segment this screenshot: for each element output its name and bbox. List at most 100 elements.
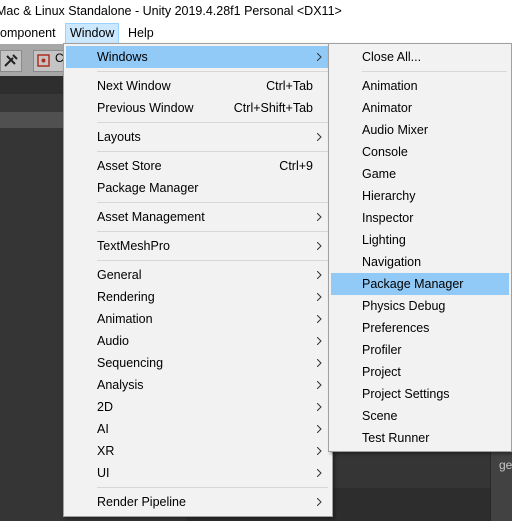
menu-item-label: 2D [97, 400, 113, 414]
menu-item-label: Next Window [97, 79, 171, 93]
menu-item-asset-management[interactable]: Asset Management [66, 206, 330, 228]
menu-item-label: Package Manager [362, 277, 464, 291]
menu-item-analysis[interactable]: Analysis [66, 374, 330, 396]
menu-item-label: Game [362, 167, 397, 181]
submenu-item-preferences[interactable]: Preferences [331, 317, 509, 339]
menu-item-textmeshpro[interactable]: TextMeshPro [66, 235, 330, 257]
menu-item-label: Profiler [362, 343, 402, 357]
submenu-item-scene[interactable]: Scene [331, 405, 509, 427]
menu-separator [97, 122, 328, 123]
menu-item-asset-store[interactable]: Asset Store Ctrl+9 [66, 155, 330, 177]
menu-item-label: Project Settings [362, 387, 450, 401]
submenu-item-console[interactable]: Console [331, 141, 509, 163]
menu-item-label: Windows [97, 50, 148, 64]
menu-item-general[interactable]: General [66, 264, 330, 286]
submenu-item-project-settings[interactable]: Project Settings [331, 383, 509, 405]
menu-item-label: Render Pipeline [97, 495, 186, 509]
menu-item-label: Sequencing [97, 356, 164, 370]
menu-item-animation[interactable]: Animation [66, 308, 330, 330]
menu-separator [97, 487, 328, 488]
chevron-right-icon [317, 381, 322, 389]
menu-item-label: Layouts [97, 130, 141, 144]
menu-item-shortcut: Ctrl+Shift+Tab [233, 101, 313, 115]
menu-separator [362, 71, 507, 72]
menu-item-label: TextMeshPro [97, 239, 170, 253]
menu-item-label: Previous Window [97, 101, 194, 115]
menu-bar: omponent Window Help [0, 23, 512, 44]
menu-component[interactable]: omponent [0, 23, 60, 44]
menu-item-xr[interactable]: XR [66, 440, 330, 462]
menu-separator [97, 260, 328, 261]
menu-item-label: Analysis [97, 378, 144, 392]
inspector-text: ge [499, 458, 512, 472]
tools-icon [4, 54, 18, 67]
chevron-right-icon [317, 293, 322, 301]
chevron-right-icon [317, 447, 322, 455]
submenu-item-animation[interactable]: Animation [331, 75, 509, 97]
menu-item-label: AI [97, 422, 109, 436]
menu-item-windows[interactable]: Windows [66, 46, 330, 68]
submenu-item-game[interactable]: Game [331, 163, 509, 185]
menu-item-label: Audio Mixer [362, 123, 428, 137]
menu-item-2d[interactable]: 2D [66, 396, 330, 418]
menu-help[interactable]: Help [124, 23, 158, 44]
chevron-right-icon [317, 213, 322, 221]
menu-item-label: Animation [362, 79, 418, 93]
submenu-item-lighting[interactable]: Lighting [331, 229, 509, 251]
chevron-right-icon [317, 403, 322, 411]
chevron-right-icon [317, 469, 322, 477]
menu-item-layouts[interactable]: Layouts [66, 126, 330, 148]
submenu-item-physics-debug[interactable]: Physics Debug [331, 295, 509, 317]
menu-item-label: Project [362, 365, 401, 379]
menu-item-previous-window[interactable]: Previous Window Ctrl+Shift+Tab [66, 97, 330, 119]
menu-item-label: Navigation [362, 255, 422, 269]
menu-window-label: Window [70, 26, 115, 40]
menu-item-label: UI [97, 466, 110, 480]
menu-item-render-pipeline[interactable]: Render Pipeline [66, 491, 330, 513]
menu-item-label: Audio [97, 334, 129, 348]
menu-item-label: XR [97, 444, 115, 458]
menu-item-label: Physics Debug [362, 299, 446, 313]
menu-item-shortcut: Ctrl+Tab [266, 79, 313, 93]
window-menu: Windows Next Window Ctrl+Tab Previous Wi… [63, 43, 333, 517]
menu-item-audio[interactable]: Audio [66, 330, 330, 352]
windows-submenu: Close All... Animation Animator Audio Mi… [328, 43, 512, 452]
menu-component-label: omponent [0, 26, 56, 40]
menu-item-label: Scene [362, 409, 398, 423]
menu-item-label: Asset Management [97, 210, 205, 224]
chevron-right-icon [317, 271, 322, 279]
menu-item-ai[interactable]: AI [66, 418, 330, 440]
submenu-item-audio-mixer[interactable]: Audio Mixer [331, 119, 509, 141]
menu-item-label: Preferences [362, 321, 430, 335]
menu-item-rendering[interactable]: Rendering [66, 286, 330, 308]
submenu-item-close-all[interactable]: Close All... [331, 46, 509, 68]
menu-window[interactable]: Window [65, 23, 119, 44]
menu-item-ui[interactable]: UI [66, 462, 330, 484]
menu-item-next-window[interactable]: Next Window Ctrl+Tab [66, 75, 330, 97]
rect-tool-icon [37, 54, 50, 67]
chevron-right-icon [317, 425, 322, 433]
chevron-right-icon [317, 359, 322, 367]
menu-item-label: Console [362, 145, 408, 159]
transform-tool-button[interactable] [0, 50, 22, 72]
menu-help-label: Help [128, 26, 154, 40]
submenu-item-animator[interactable]: Animator [331, 97, 509, 119]
menu-item-package-manager[interactable]: Package Manager [66, 177, 330, 199]
submenu-item-test-runner[interactable]: Test Runner [331, 427, 509, 449]
submenu-item-hierarchy[interactable]: Hierarchy [331, 185, 509, 207]
menu-item-label: Animation [97, 312, 153, 326]
menu-separator [97, 71, 328, 72]
chevron-right-icon [317, 53, 322, 61]
menu-item-sequencing[interactable]: Sequencing [66, 352, 330, 374]
chevron-right-icon [317, 498, 322, 506]
chevron-right-icon [317, 315, 322, 323]
submenu-item-project[interactable]: Project [331, 361, 509, 383]
submenu-item-package-manager[interactable]: Package Manager [331, 273, 509, 295]
submenu-item-navigation[interactable]: Navigation [331, 251, 509, 273]
submenu-item-profiler[interactable]: Profiler [331, 339, 509, 361]
submenu-item-inspector[interactable]: Inspector [331, 207, 509, 229]
menu-item-label: Test Runner [362, 431, 430, 445]
menu-item-label: General [97, 268, 142, 282]
menu-item-label: Close All... [362, 50, 422, 64]
menu-item-label: Rendering [97, 290, 155, 304]
